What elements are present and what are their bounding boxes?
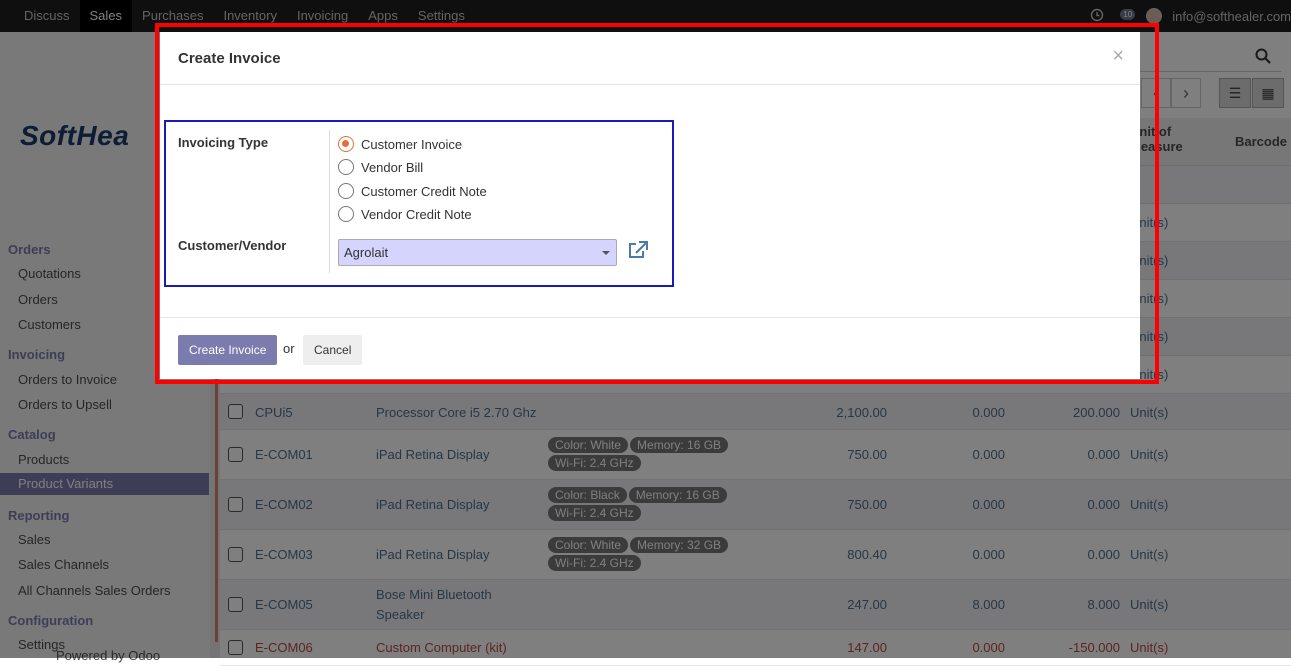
radio-label: Customer Credit Note xyxy=(361,183,487,199)
close-icon[interactable]: × xyxy=(1112,45,1124,68)
radio-button[interactable] xyxy=(338,206,354,222)
customer-vendor-label: Customer/Vendor xyxy=(178,238,287,253)
radio-button-checked[interactable] xyxy=(338,136,354,152)
dialog-header: Create Invoice × xyxy=(160,32,1140,85)
radio-label: Vendor Bill xyxy=(361,159,424,175)
customer-vendor-select[interactable]: Agrolait xyxy=(338,239,617,266)
radio-button[interactable] xyxy=(338,183,354,199)
radio-label: Customer Invoice xyxy=(361,136,463,152)
create-invoice-button[interactable]: Create Invoice xyxy=(178,335,278,365)
or-text: or xyxy=(283,341,295,356)
select-value: Agrolait xyxy=(344,245,389,260)
radio-vendor-bill[interactable]: Vendor Bill xyxy=(338,159,423,175)
radio-button[interactable] xyxy=(338,159,354,175)
form-divider xyxy=(329,130,330,273)
create-invoice-dialog: Create Invoice × Invoicing Type Customer… xyxy=(160,32,1140,379)
dialog-footer: Create Invoice or Cancel xyxy=(160,317,1140,379)
radio-customer-invoice[interactable]: Customer Invoice xyxy=(338,136,462,152)
radio-customer-credit-note[interactable]: Customer Credit Note xyxy=(338,183,487,199)
caret-down-icon xyxy=(602,251,610,255)
invoice-form: Invoicing Type Customer Invoice Vendor B… xyxy=(164,120,674,287)
external-link-icon[interactable] xyxy=(627,240,649,263)
cancel-button[interactable]: Cancel xyxy=(303,335,363,365)
radio-label: Vendor Credit Note xyxy=(361,206,472,222)
radio-vendor-credit-note[interactable]: Vendor Credit Note xyxy=(338,206,472,222)
dialog-title: Create Invoice xyxy=(178,50,281,67)
invoicing-type-label: Invoicing Type xyxy=(178,135,269,150)
